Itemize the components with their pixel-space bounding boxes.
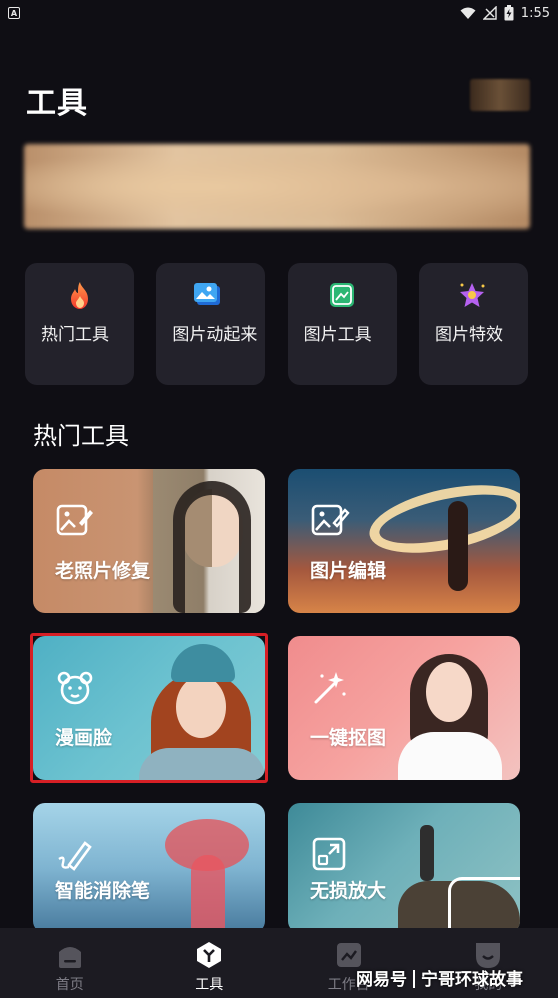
tool-card-photo-edit[interactable]: 图片编辑	[288, 469, 520, 613]
nav-item-home[interactable]: 首页	[0, 928, 140, 998]
notification-icon: A	[8, 7, 20, 19]
category-image-effects[interactable]: 图片特效	[418, 263, 528, 385]
section-title: 热门工具	[33, 422, 129, 450]
watermark: 网易号 宁哥环球故事	[356, 965, 523, 990]
category-hot-tools[interactable]: 热门工具	[25, 263, 134, 385]
zoom-frame-figure	[448, 877, 520, 933]
nav-label: 工具	[195, 977, 224, 993]
no-signal-icon	[482, 6, 497, 20]
category-row: 热门工具 图片动起来 图片工具 图片特效	[25, 263, 528, 385]
photo-edit-icon	[311, 504, 350, 536]
cutout-face-figure	[426, 662, 472, 722]
category-label: 图片工具	[303, 325, 372, 345]
status-time: 1:55	[520, 5, 550, 21]
nav-label: 首页	[55, 977, 84, 993]
category-image-animate[interactable]: 图片动起来	[156, 263, 266, 385]
expand-icon	[312, 837, 346, 871]
girl-hair-figure	[173, 481, 251, 613]
tool-card-eraser[interactable]: 智能消除笔	[33, 803, 265, 933]
watermark-brand: 网易号	[356, 970, 407, 990]
tool-card-label: 老照片修复	[55, 560, 151, 582]
category-image-tools[interactable]: 图片工具	[287, 263, 397, 385]
tool-card-label: 智能消除笔	[55, 880, 151, 902]
tool-card-label: 图片编辑	[310, 560, 387, 582]
image-tool-icon	[329, 283, 354, 307]
tools-icon	[197, 942, 222, 968]
eraser-pen-icon	[58, 841, 92, 871]
header-avatar-thumbnail[interactable]	[470, 79, 530, 111]
photo-repair-icon	[56, 504, 93, 536]
wifi-icon	[460, 7, 476, 19]
category-label: 热门工具	[41, 325, 109, 345]
nav-item-tools[interactable]: 工具	[140, 928, 280, 998]
watermark-divider	[413, 970, 415, 988]
category-label: 图片特效	[434, 325, 503, 345]
red-dress-figure	[191, 855, 225, 933]
hiker-figure	[420, 825, 434, 881]
flame-icon	[71, 282, 88, 309]
image-animate-icon	[194, 283, 221, 305]
light-ribbon-figure	[363, 473, 520, 565]
status-bar: A 1:55	[0, 0, 558, 26]
home-icon	[58, 947, 81, 968]
tool-card-photo-repair[interactable]: 老照片修复	[33, 469, 265, 613]
category-label: 图片动起来	[172, 325, 258, 345]
magic-wand-icon	[314, 672, 346, 704]
page-title: 工具	[26, 86, 88, 121]
battery-charging-icon	[504, 5, 514, 21]
tool-card-upscale[interactable]: 无损放大	[288, 803, 520, 933]
promo-banner[interactable]	[24, 144, 530, 229]
cutout-shirt-figure	[398, 732, 502, 780]
tool-card-cutout[interactable]: 一键抠图	[288, 636, 520, 780]
dancer-figure	[448, 501, 468, 591]
selection-highlight	[30, 633, 268, 783]
tool-card-label: 无损放大	[310, 880, 387, 902]
watermark-author: 宁哥环球故事	[421, 970, 523, 990]
tool-card-label: 一键抠图	[310, 727, 387, 749]
sparkle-effect-icon	[459, 283, 485, 307]
